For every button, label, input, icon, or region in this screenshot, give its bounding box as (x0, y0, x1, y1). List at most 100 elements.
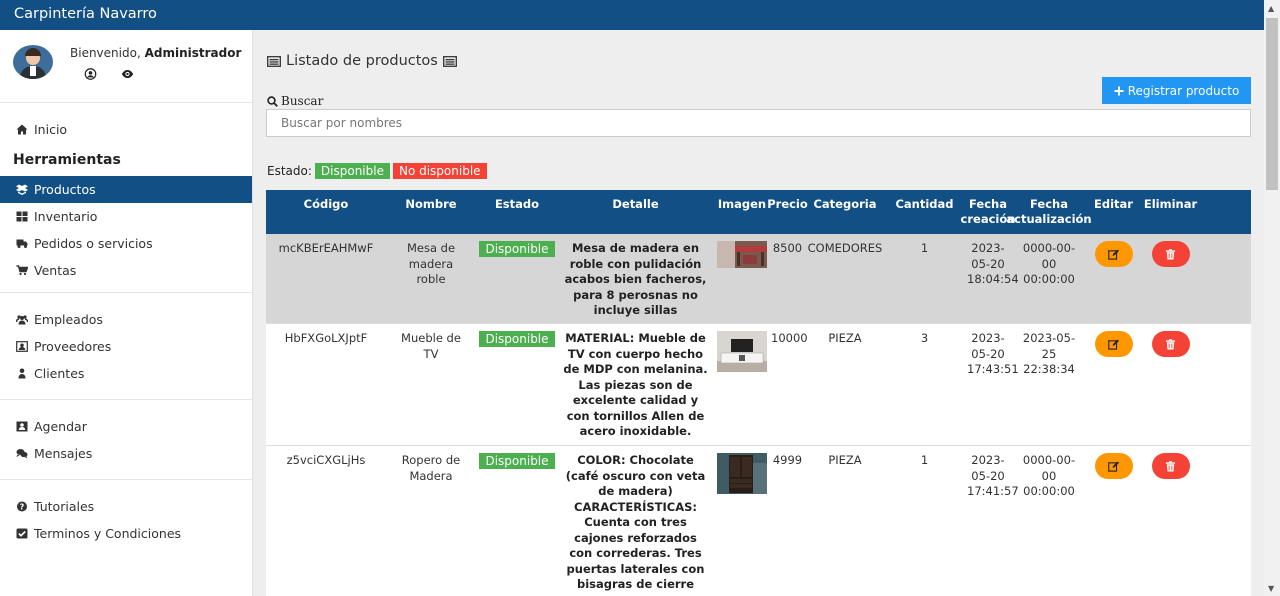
address-book-icon (16, 421, 28, 432)
col-header-delete: Eliminar (1143, 197, 1198, 211)
col-header-quantity[interactable]: Cantidad (886, 190, 963, 234)
col-header-name[interactable]: Nombre (386, 190, 476, 234)
cell-quantity: 1 (920, 241, 929, 255)
sidebar: Bienvenido, Administrador Inicio Herrami… (0, 30, 253, 596)
contact-card-icon (16, 341, 28, 352)
list-card-icon (442, 55, 457, 67)
sidebar-item-inicio[interactable]: Inicio (0, 116, 252, 143)
user-circle-icon[interactable] (84, 68, 97, 80)
status-badge: Disponible (479, 241, 555, 257)
delete-button[interactable] (1151, 241, 1190, 267)
sidebar-item-ventas[interactable]: Ventas (0, 257, 252, 284)
sidebar-heading-tools: Herramientas (13, 151, 121, 168)
scroll-up-icon[interactable]: ▲ (1268, 4, 1274, 13)
status-legend: Estado: Disponible No disponible (267, 163, 487, 179)
col-header-code[interactable]: Código (266, 190, 386, 234)
scroll-down-icon[interactable]: ▼ (1268, 584, 1274, 593)
sidebar-item-agendar[interactable]: Agendar (0, 413, 252, 440)
cell-code: HbFXGoLXJptF (284, 331, 368, 345)
col-header-edit: Editar (1094, 197, 1133, 211)
product-image-wardrobe[interactable] (717, 453, 767, 494)
edit-button[interactable] (1094, 453, 1133, 479)
table-row: z5vciCXGLjHs Ropero de Madera Disponible… (266, 446, 1251, 596)
trash-icon (1165, 460, 1176, 472)
cell-name: Mueble de TV (401, 331, 461, 361)
cell-quantity: 3 (920, 331, 929, 345)
top-navbar: Carpintería Navarro (0, 0, 1264, 30)
edit-icon (1108, 338, 1119, 350)
cell-created: 2023-05-20 17:43:51 (967, 331, 1019, 376)
table-row: mcKBErEAHMwF Mesa de madera roble Dispon… (266, 234, 1251, 324)
eye-icon[interactable] (121, 68, 134, 80)
delete-button[interactable] (1151, 453, 1190, 479)
cell-name: Mesa de madera roble (406, 241, 456, 286)
sidebar-item-mensajes[interactable]: Mensajes (0, 440, 252, 467)
status-badge-unavailable: No disponible (392, 163, 487, 179)
menu-group-people: Empleados Proveedores Clientes (0, 293, 252, 400)
vertical-scrollbar[interactable]: ▲ ▼ (1264, 0, 1280, 596)
sidebar-item-productos[interactable]: Productos (0, 176, 252, 203)
cell-price: 8500 (772, 241, 803, 255)
page-title: Listado de productos (267, 53, 457, 69)
menu-group-help: ? Tutoriales Terminos y Condiciones (0, 480, 252, 559)
cell-code: z5vciCXGLjHs (286, 453, 366, 467)
cell-category: PIEZA (828, 331, 862, 345)
col-header-price[interactable]: Precio (767, 190, 808, 234)
scrollbar-thumb[interactable] (1266, 18, 1278, 190)
cell-code: mcKBErEAHMwF (278, 241, 374, 255)
edit-button[interactable] (1094, 331, 1133, 357)
check-square-icon (16, 528, 28, 539)
product-image-tv-furniture[interactable] (717, 331, 767, 372)
register-product-button[interactable]: Registrar producto (1102, 77, 1251, 104)
col-header-detail[interactable]: Detalle (558, 190, 713, 234)
sidebar-item-clientes[interactable]: Clientes (0, 360, 252, 387)
home-icon (16, 124, 28, 135)
delete-button[interactable] (1151, 331, 1190, 357)
cell-updated: 2023-05-25 22:38:34 (1022, 331, 1076, 376)
col-header-category[interactable]: Categoria (804, 190, 886, 234)
menu-group-comm: Agendar Mensajes (0, 400, 252, 480)
product-image-table[interactable] (717, 241, 767, 268)
trash-icon (1165, 248, 1176, 260)
svg-text:?: ? (20, 502, 25, 511)
sidebar-item-tutoriales[interactable]: ? Tutoriales (0, 493, 252, 520)
cell-created: 2023-05-20 18:04:54 (967, 241, 1019, 286)
cell-name: Ropero de Madera (401, 453, 461, 483)
cell-detail: MATERIAL: Mueble de TV con cuerpo hecho … (563, 331, 708, 438)
search-icon (267, 95, 278, 107)
sidebar-item-pedidos[interactable]: Pedidos o servicios (0, 230, 252, 257)
products-icon (16, 184, 28, 195)
trash-icon (1165, 338, 1176, 350)
list-card-icon (267, 55, 281, 67)
status-badge: Disponible (479, 331, 555, 347)
edit-icon (1108, 248, 1119, 260)
brand-title[interactable]: Carpintería Navarro (14, 6, 157, 22)
sidebar-item-empleados[interactable]: Empleados (0, 306, 252, 333)
welcome-text: Bienvenido, Administrador (70, 46, 242, 60)
cell-category: PIEZA (828, 453, 862, 467)
search-input[interactable] (266, 109, 1251, 137)
menu-group-main: Inicio Herramientas Productos Inventario… (0, 103, 252, 293)
col-header-image[interactable]: Imagen (713, 190, 771, 234)
col-header-status[interactable]: Estado (476, 190, 558, 234)
cell-price: 10000 (771, 331, 808, 345)
sidebar-item-terminos[interactable]: Terminos y Condiciones (0, 520, 252, 547)
cell-category: COMEDORES (807, 241, 883, 255)
cell-created: 2023-05-20 17:41:57 (967, 453, 1019, 498)
edit-button[interactable] (1094, 241, 1133, 267)
user-icon (18, 368, 26, 379)
cell-quantity: 1 (920, 453, 929, 467)
sidebar-item-proveedores[interactable]: Proveedores (0, 333, 252, 360)
question-circle-icon: ? (17, 501, 27, 512)
grid-icon (16, 211, 28, 222)
cell-updated: 0000-00-00 00:00:00 (1022, 241, 1076, 286)
status-badge: Disponible (479, 453, 555, 469)
main-content: Listado de productos Registrar producto … (253, 30, 1264, 596)
col-header-updated[interactable]: Fecha actualización (1006, 190, 1091, 234)
cell-updated: 0000-00-00 00:00:00 (1022, 453, 1076, 498)
table-row: HbFXGoLXJptF Mueble de TV Disponible MAT… (266, 324, 1251, 446)
user-profile: Bienvenido, Administrador (0, 30, 252, 103)
sidebar-item-inventario[interactable]: Inventario (0, 203, 252, 230)
table-header: Código Nombre Estado Detalle Imagen Prec… (266, 190, 1251, 234)
cell-detail: Mesa de madera en roble con pulidación a… (564, 241, 707, 317)
